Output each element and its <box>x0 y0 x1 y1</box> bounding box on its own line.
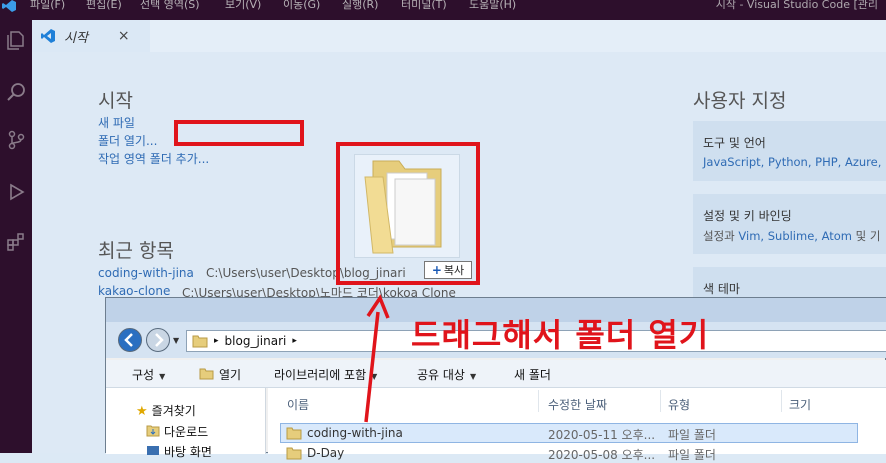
column-separator[interactable] <box>660 390 661 412</box>
row-type: 파일 폴더 <box>668 448 716 462</box>
open-folder-link[interactable]: 폴더 열기... <box>98 132 157 149</box>
new-folder-button[interactable]: 새 폴더 <box>514 366 551 383</box>
share-with-menu[interactable]: 공유 대상 ▼ <box>417 366 476 383</box>
arrow-left-icon <box>124 333 133 347</box>
breadcrumb-separator-icon: ▸ <box>292 336 297 346</box>
menu-edit[interactable]: 편집(E) <box>86 0 122 10</box>
folder-icon <box>364 160 442 254</box>
drag-instruction-text: 드래그해서 폴더 열기 <box>411 316 710 354</box>
tab-welcome[interactable]: 시작 × <box>32 20 150 52</box>
forward-button[interactable] <box>146 328 170 352</box>
card-desc-suffix: 및 기 <box>852 229 881 243</box>
card-tools-languages[interactable]: 도구 및 언어 JavaScript, Python, PHP, Azure, … <box>693 121 886 181</box>
add-workspace-folder-link[interactable]: 작업 영역 폴더 추가... <box>98 150 209 167</box>
drag-highlight-box: + 복사 <box>336 142 480 285</box>
customize-heading: 사용자 지정 <box>693 90 787 112</box>
activity-bar <box>0 20 32 453</box>
start-heading: 시작 <box>98 90 133 112</box>
window-title: 시작 - Visual Studio Code [관리 <box>715 0 878 11</box>
copy-badge: + 복사 <box>424 261 472 279</box>
caret-down-icon: ▼ <box>469 372 477 381</box>
drag-arrow-icon <box>364 294 390 423</box>
column-separator[interactable] <box>538 390 539 412</box>
menu-selection[interactable]: 선택 영역(S) <box>140 0 200 10</box>
row-date: 2020-05-08 오후... <box>548 448 656 462</box>
run-debug-icon[interactable] <box>0 176 32 208</box>
folder-row-icon <box>286 447 302 460</box>
search-icon[interactable] <box>0 76 32 108</box>
recent-item-link[interactable]: kakao-clone <box>98 284 170 298</box>
card-desc-prefix: 설정과 <box>703 229 739 243</box>
recent-item-link[interactable]: coding-with-jina <box>98 266 194 280</box>
row-date: 2020-05-11 오후... <box>548 428 656 442</box>
vscode-logo-icon <box>2 0 18 12</box>
card-desc-links[interactable]: Vim, Sublime, Atom <box>738 229 852 243</box>
menu-terminal[interactable]: 터미널(T) <box>401 0 447 10</box>
tab-label: 시작 <box>64 30 88 46</box>
nav-downloads[interactable]: 다운로드 <box>146 423 208 440</box>
column-header-type[interactable]: 유형 <box>668 396 690 413</box>
card-desc-links[interactable]: JavaScript, Python, PHP, Azure, D <box>703 155 886 169</box>
vscode-tab-icon <box>41 29 55 43</box>
caret-down-icon: ▼ <box>159 372 166 381</box>
nav-favorites[interactable]: ★ 즐겨찾기 <box>136 402 196 419</box>
card-settings-keybindings[interactable]: 설정 및 키 바인딩 설정과 Vim, Sublime, Atom 및 기 <box>693 194 886 254</box>
copy-label: 복사 <box>443 264 465 277</box>
open-folder-icon <box>199 368 214 380</box>
tab-close-icon[interactable]: × <box>118 28 130 44</box>
organize-menu[interactable]: 구성 ▼ <box>132 366 165 383</box>
column-separator[interactable] <box>781 390 782 412</box>
plus-icon: + <box>431 263 442 277</box>
extensions-icon[interactable] <box>0 226 32 258</box>
navigation-pane: ★ 즐겨찾기 다운로드 바탕 화면 <box>106 388 266 459</box>
menu-go[interactable]: 이동(G) <box>283 0 320 10</box>
explorer-toolbar: 구성 ▼ 열기 라이브러리에 포함 ▼ 공유 대상 ▼ 새 폴더 <box>106 360 886 388</box>
menu-run[interactable]: 실행(R) <box>342 0 378 10</box>
column-header-date[interactable]: 수정한 날짜 <box>548 396 607 413</box>
row-name[interactable]: coding-with-jina <box>307 426 403 440</box>
breadcrumb-separator-icon: ▸ <box>214 336 219 346</box>
source-control-icon[interactable] <box>0 124 32 156</box>
menu-bar: 파일(F) 편집(E) 선택 영역(S) 보기(V) 이동(G) 실행(R) 터… <box>0 0 886 20</box>
card-desc: JavaScript, Python, PHP, Azure, D <box>703 155 886 169</box>
new-file-link[interactable]: 새 파일 <box>98 114 135 131</box>
nav-desktop[interactable]: 바탕 화면 <box>146 443 212 460</box>
explorer-icon[interactable] <box>0 24 32 56</box>
drag-ghost <box>354 154 460 258</box>
card-desc: 설정과 Vim, Sublime, Atom 및 기 <box>703 228 881 244</box>
downloads-folder-icon <box>146 425 160 437</box>
history-dropdown-icon[interactable]: ▼ <box>173 336 179 345</box>
card-title: 색 테마 <box>703 282 740 296</box>
row-type: 파일 폴더 <box>668 428 716 442</box>
open-button[interactable]: 열기 <box>199 366 241 383</box>
desktop-icon <box>147 446 159 455</box>
folder-small-icon <box>192 335 208 348</box>
folder-row-icon <box>286 427 302 440</box>
address-text: blog_jinari <box>224 334 287 348</box>
menu-file[interactable]: 파일(F) <box>30 0 65 10</box>
recent-heading: 최근 항목 <box>98 240 174 262</box>
tab-bar: 시작 × <box>32 20 886 52</box>
back-button[interactable] <box>118 328 142 352</box>
column-header-size[interactable]: 크기 <box>789 396 811 413</box>
card-title: 도구 및 언어 <box>703 136 766 150</box>
column-header-name[interactable]: 이름 <box>287 396 309 413</box>
source-row-highlight-box <box>174 120 304 146</box>
menu-help[interactable]: 도움말(H) <box>469 0 516 10</box>
arrow-right-icon <box>155 333 164 347</box>
row-name[interactable]: D-Day <box>307 446 344 460</box>
menu-view[interactable]: 보기(V) <box>225 0 261 10</box>
star-icon: ★ <box>136 404 148 419</box>
card-title: 설정 및 키 바인딩 <box>703 209 792 223</box>
